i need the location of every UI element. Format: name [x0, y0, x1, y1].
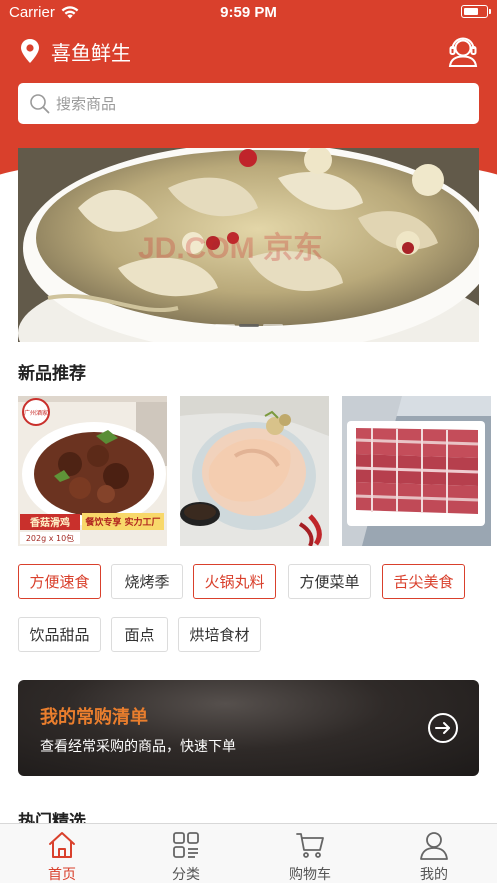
product-spec: 202g x 10包: [26, 533, 74, 543]
tag-drinks-desserts[interactable]: 饮品甜品: [18, 617, 101, 652]
carousel-indicator: [18, 324, 479, 327]
search-input[interactable]: [56, 83, 456, 124]
promo-subtitle: 查看经常采购的商品，快速下单: [40, 739, 236, 755]
tab-label: 购物车: [289, 867, 331, 883]
frequent-purchase-card[interactable]: 我的常购清单 查看经常采购的商品，快速下单: [18, 680, 479, 776]
arrow-right-circle-icon[interactable]: [427, 712, 459, 744]
cart-icon: [296, 833, 324, 858]
tag-label: 方便速食: [29, 573, 90, 591]
product-card-chicken-mushroom[interactable]: 广州酒家 香菇滑鸡 餐饮专享 实力工厂 202g x 10包: [18, 396, 167, 546]
tag-quick-dishes[interactable]: 方便菜单: [288, 564, 371, 599]
tab-home[interactable]: 首页: [0, 824, 124, 883]
home-screen: Carrier 9:59 PM 喜鱼鲜生 搜索商品 JD.COM 京东 新品推荐…: [0, 0, 497, 883]
promo-title: 我的常购清单: [40, 707, 148, 728]
product-card-chicken[interactable]: [180, 396, 329, 546]
tag-bbq-season[interactable]: 烧烤季: [111, 564, 183, 599]
banner-image: JD.COM 京东: [18, 148, 479, 342]
tab-category[interactable]: 分类: [124, 824, 248, 883]
product-name: 香菇滑鸡: [30, 516, 70, 529]
banner-carousel[interactable]: JD.COM 京东: [18, 148, 479, 342]
product-image: [180, 396, 329, 546]
product-card-ribs[interactable]: [342, 396, 491, 546]
tag-label: 舌尖美食: [393, 573, 454, 591]
carousel-dot-active: [238, 324, 259, 327]
clock: 9:59 PM: [220, 4, 277, 21]
tag-instant-food[interactable]: 方便速食: [18, 564, 101, 599]
status-bar: Carrier 9:59 PM: [0, 0, 497, 26]
carousel-dot: [262, 324, 283, 327]
carousel-dot: [214, 324, 235, 327]
tag-label: 火锅丸料: [204, 573, 265, 591]
grid-icon: [173, 832, 199, 858]
tag-label: 烧烤季: [124, 573, 170, 591]
user-icon: [420, 832, 448, 860]
tag-delicacies[interactable]: 舌尖美食: [382, 564, 465, 599]
product-brand: 广州酒家: [24, 409, 48, 417]
battery-icon: [461, 5, 491, 18]
store-name[interactable]: 喜鱼鲜生: [51, 37, 131, 66]
customer-service-icon[interactable]: [446, 34, 480, 68]
location-pin-icon[interactable]: [19, 38, 41, 64]
tab-profile[interactable]: 我的: [372, 824, 496, 883]
banner-watermark: JD.COM 京东: [138, 231, 323, 265]
tag-label: 烘培食材: [189, 626, 250, 644]
product-image: [342, 396, 491, 546]
new-products-title: 新品推荐: [18, 364, 86, 384]
tag-hotpot-balls[interactable]: 火锅丸料: [193, 564, 276, 599]
product-caption: 餐饮专享 实力工厂: [84, 516, 160, 528]
tab-bar: 首页 分类 购物车 我的: [0, 823, 497, 883]
product-image: 广州酒家 香菇滑鸡 餐饮专享 实力工厂 202g x 10包: [18, 396, 167, 546]
home-icon: [49, 832, 75, 858]
tag-label: 面点: [124, 626, 155, 644]
tag-label: 饮品甜品: [29, 626, 90, 644]
search-bar[interactable]: [18, 83, 479, 124]
search-icon: [30, 94, 50, 114]
tag-label: 方便菜单: [299, 573, 360, 591]
tab-label: 首页: [48, 867, 76, 883]
tab-label: 分类: [172, 867, 200, 883]
tab-cart[interactable]: 购物车: [248, 824, 372, 883]
tag-baking-ingredients[interactable]: 烘培食材: [178, 617, 261, 652]
tag-pastry[interactable]: 面点: [111, 617, 168, 652]
tab-label: 我的: [420, 867, 448, 883]
